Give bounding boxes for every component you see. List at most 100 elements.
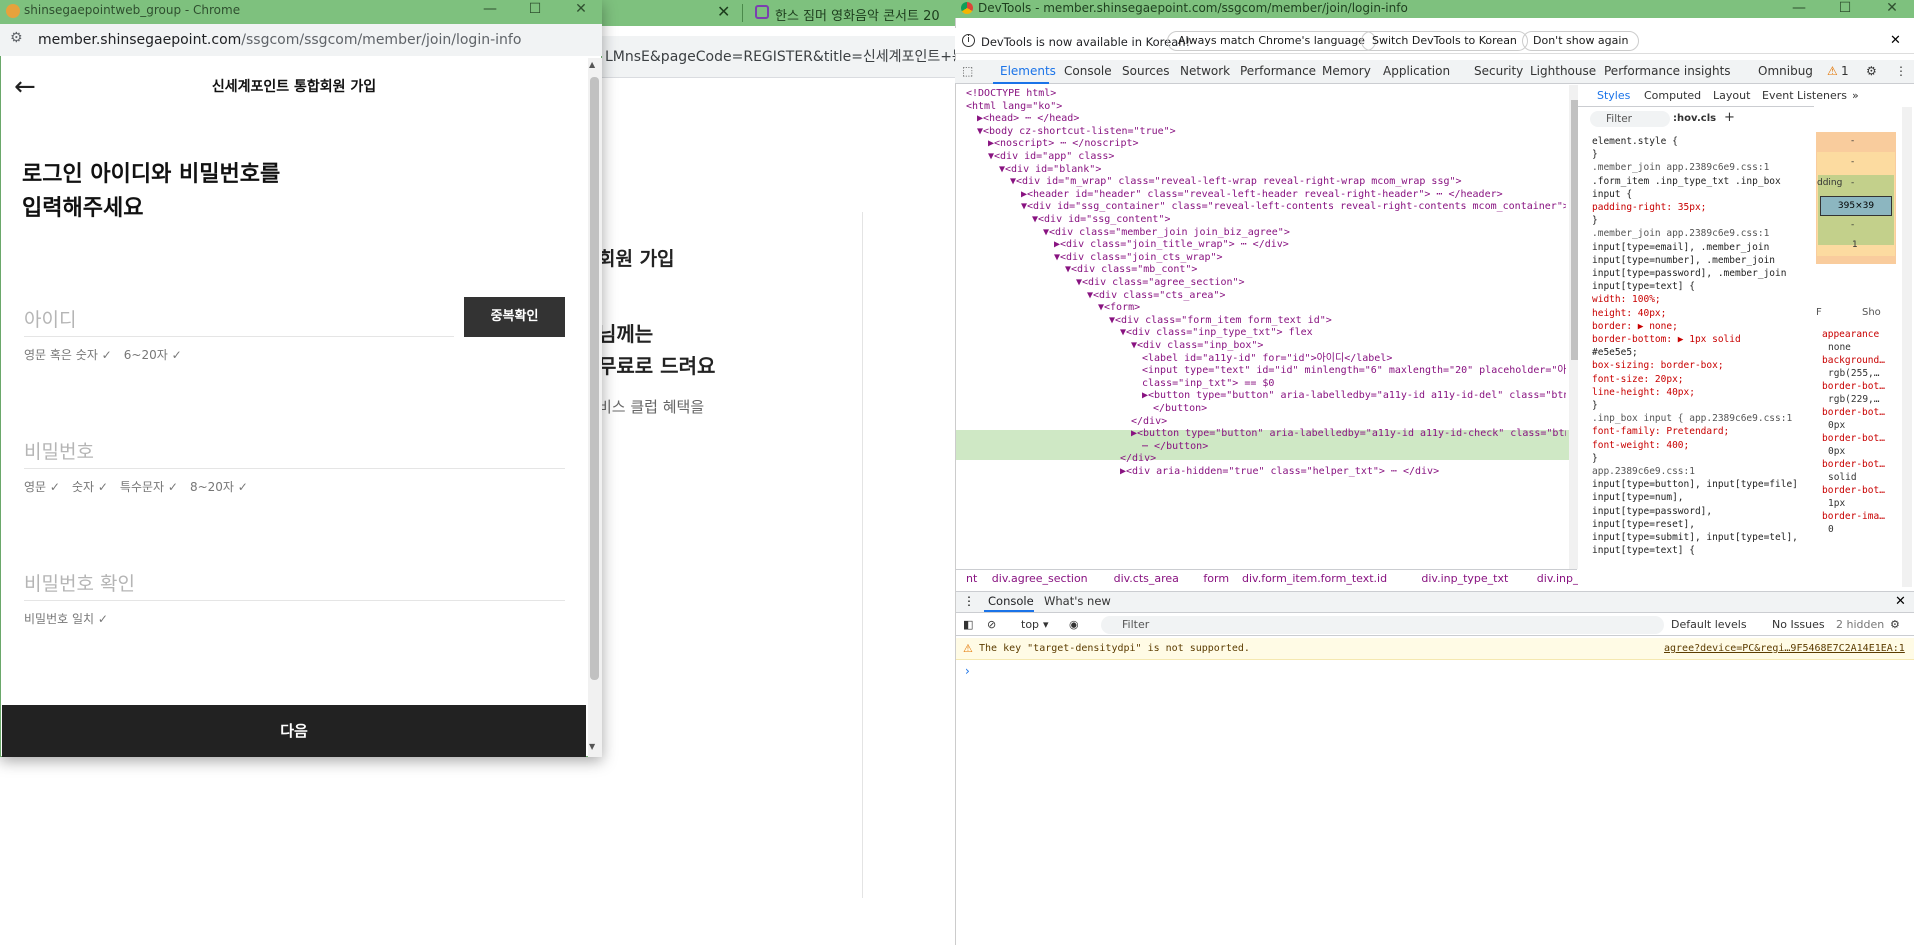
computed-property[interactable]: border-bot…: [1816, 380, 1908, 393]
breadcrumb-item[interactable]: form: [1203, 572, 1229, 585]
computed-property[interactable]: background…: [1816, 354, 1908, 367]
computed-property[interactable]: appearance: [1816, 328, 1908, 341]
computed-property[interactable]: border-ima…: [1816, 510, 1908, 523]
breadcrumb-item[interactable]: div.inp_type_txt: [1421, 572, 1508, 585]
scroll-up-icon[interactable]: ▲: [589, 60, 595, 69]
context-chevron-icon[interactable]: ▾: [1043, 618, 1049, 631]
cls-toggle[interactable]: .cls: [1697, 113, 1716, 124]
breadcrumb-item[interactable]: div.cts_area: [1114, 572, 1179, 585]
popup-url[interactable]: member.shinsegaepoint.com/ssgcom/ssgcom/…: [38, 32, 521, 48]
settings-gear-icon[interactable]: ⚙: [1866, 64, 1877, 78]
context-selector[interactable]: top: [1021, 618, 1039, 631]
breadcrumb-item[interactable]: div.agree_section: [992, 572, 1088, 585]
password-confirm-input[interactable]: 비밀번호 확인: [24, 569, 135, 596]
tab-application[interactable]: Application: [1383, 64, 1450, 78]
show-all-checkbox[interactable]: Sho: [1862, 307, 1881, 318]
devtools-maximize-icon[interactable]: ☐: [1830, 0, 1860, 16]
console-filter-input[interactable]: [1101, 616, 1664, 634]
style-rule-line: }: [1592, 149, 1598, 161]
computed-property[interactable]: border-bot…: [1816, 406, 1908, 419]
live-expression-eye-icon[interactable]: ◉: [1069, 618, 1079, 631]
minimize-icon[interactable]: —: [475, 1, 505, 17]
computed-property[interactable]: none: [1816, 341, 1908, 354]
drawer-menu-icon[interactable]: ⋮: [963, 594, 975, 608]
style-rule-line: .inp_box input { app.2389c6e9.css:1: [1592, 413, 1793, 425]
more-menu-icon[interactable]: ⋮: [1895, 64, 1907, 78]
log-levels-dropdown[interactable]: Default levels: [1671, 618, 1747, 631]
border-value: -: [1851, 157, 1855, 167]
warning-message: The key "target-densitydpi" is not suppo…: [979, 643, 1250, 654]
style-rule-line: font-size: 20px;: [1592, 373, 1684, 385]
tab-omnibug[interactable]: Omnibug: [1758, 64, 1813, 78]
tab-network[interactable]: Network: [1180, 64, 1230, 78]
tab-performance[interactable]: Performance: [1240, 64, 1316, 78]
hov-toggle[interactable]: :hov: [1673, 113, 1698, 124]
id-input[interactable]: 아이디: [24, 305, 76, 332]
console-settings-gear-icon[interactable]: ⚙: [1890, 618, 1900, 631]
inspect-element-icon[interactable]: ⬚: [962, 64, 973, 78]
tab-memory[interactable]: Memory: [1322, 64, 1371, 78]
infobar-close-icon[interactable]: ✕: [1890, 33, 1901, 48]
maximize-icon[interactable]: ☐: [520, 1, 550, 17]
tab-lighthouse[interactable]: Lighthouse: [1530, 64, 1596, 78]
computed-property[interactable]: 0px: [1816, 419, 1908, 432]
dont-show-again-button[interactable]: Don't show again: [1522, 31, 1640, 51]
tab-styles[interactable]: Styles: [1597, 89, 1630, 102]
style-rule-line: border: ▶ none;: [1592, 320, 1678, 332]
warning-icon[interactable]: ⚠: [1827, 64, 1838, 78]
drawer-close-icon[interactable]: ✕: [1895, 594, 1906, 609]
computed-property[interactable]: 0: [1816, 523, 1908, 536]
issues-counter[interactable]: No Issues: [1772, 618, 1825, 631]
computed-property[interactable]: border-bot…: [1816, 458, 1908, 471]
computed-property[interactable]: border-bot…: [1816, 432, 1908, 445]
devtools-close-icon[interactable]: ✕: [1877, 0, 1907, 16]
tab-performance-insights[interactable]: Performance insights: [1604, 64, 1731, 78]
hint-item: 영문 혹은 숫자 ✓: [24, 348, 112, 362]
style-rule-line: input[type=number], .member_join: [1592, 254, 1776, 266]
style-rule-line: .member_join app.2389c6e9.css:1: [1592, 228, 1770, 240]
tab-elements[interactable]: Elements: [1000, 64, 1056, 78]
breadcrumb-item[interactable]: nt: [966, 572, 977, 585]
computed-property[interactable]: 1px: [1816, 497, 1908, 510]
clear-console-icon[interactable]: ⊘: [987, 618, 996, 631]
computed-property[interactable]: 0px: [1816, 445, 1908, 458]
drawer-tab-console[interactable]: Console: [988, 594, 1034, 608]
computed-property[interactable]: rgb(255,…: [1816, 367, 1908, 380]
sidebar-toggle-icon[interactable]: ◧: [963, 618, 973, 631]
computed-property[interactable]: border-bot…: [1816, 484, 1908, 497]
warning-source-link[interactable]: agree?device=PC&regi…9F5468E7C2A14E1EA:1: [1664, 643, 1905, 654]
computed-property[interactable]: solid: [1816, 471, 1908, 484]
tab-favicon-icon: [755, 5, 769, 19]
tab-computed[interactable]: Computed: [1644, 89, 1701, 102]
background-tab-2[interactable]: 한스 짐머 영화음악 콘서트 20: [775, 5, 975, 24]
tab-close-icon[interactable]: ✕: [717, 2, 730, 21]
password-input[interactable]: 비밀번호: [24, 437, 94, 464]
computed-scrollbar[interactable]: [1902, 107, 1912, 587]
switch-to-korean-button[interactable]: Switch DevTools to Korean: [1361, 31, 1528, 51]
tab-sources[interactable]: Sources: [1122, 64, 1169, 78]
duplicate-check-button[interactable]: 중복확인: [464, 297, 565, 337]
elements-scrollbar-thumb[interactable]: [1571, 100, 1578, 360]
tab-layout[interactable]: Layout: [1713, 89, 1750, 102]
breadcrumb-item[interactable]: div.form_item.form_text.id: [1242, 572, 1387, 585]
more-tabs-icon[interactable]: »: [1852, 89, 1859, 102]
computed-filter[interactable]: F: [1816, 307, 1822, 318]
next-button[interactable]: 다음: [2, 705, 586, 757]
computed-property[interactable]: rgb(229,…: [1816, 393, 1908, 406]
chrome-icon: [961, 2, 973, 14]
close-window-icon[interactable]: ✕: [566, 1, 596, 17]
scroll-down-icon[interactable]: ▼: [589, 742, 595, 751]
add-rule-icon[interactable]: +: [1724, 110, 1735, 125]
dom-node-line[interactable]: ▶<div aria-hidden="true" class="helper_t…: [1120, 464, 1439, 479]
tab-event-listeners[interactable]: Event Listeners: [1762, 89, 1847, 102]
console-prompt[interactable]: ›: [965, 664, 970, 678]
tab-security[interactable]: Security: [1474, 64, 1523, 78]
tab-console[interactable]: Console: [1064, 64, 1112, 78]
drawer-tab-whats-new[interactable]: What's new: [1044, 594, 1111, 608]
popup-scrollbar-thumb[interactable]: [590, 77, 599, 680]
site-info-icon[interactable]: ⚙: [10, 30, 23, 46]
style-rule-line: }: [1592, 400, 1598, 411]
always-match-language-button[interactable]: Always match Chrome's language: [1167, 31, 1376, 51]
issue-count[interactable]: 1: [1841, 64, 1849, 78]
devtools-minimize-icon[interactable]: —: [1784, 0, 1814, 16]
